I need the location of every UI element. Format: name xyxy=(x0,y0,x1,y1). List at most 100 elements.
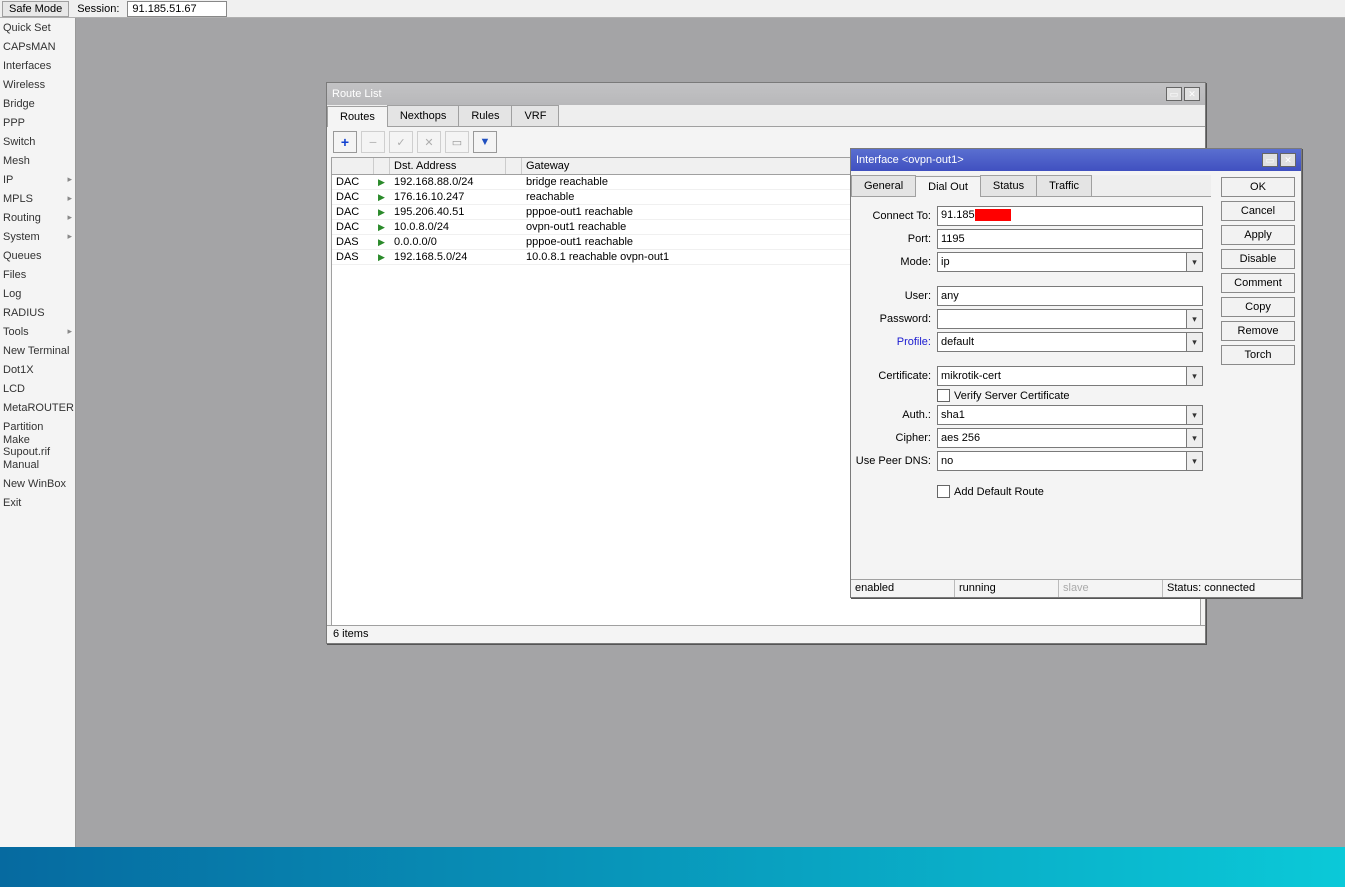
profile-select[interactable] xyxy=(937,332,1187,352)
sidebar-item-capsman[interactable]: CAPsMAN xyxy=(0,37,75,56)
sidebar-item-bridge[interactable]: Bridge xyxy=(0,94,75,113)
chevron-down-icon[interactable] xyxy=(1187,405,1203,425)
tab-status[interactable]: Status xyxy=(980,175,1037,196)
chevron-right-icon: ▸ xyxy=(67,231,72,242)
sidebar-item-make-supout-rif[interactable]: Make Supout.rif xyxy=(0,436,75,455)
tab-dial-out[interactable]: Dial Out xyxy=(915,176,981,197)
user-input[interactable] xyxy=(937,286,1203,306)
sidebar-item-routing[interactable]: Routing▸ xyxy=(0,208,75,227)
verify-cert-label: Verify Server Certificate xyxy=(954,390,1070,402)
interface-titlebar[interactable]: Interface <ovpn-out1> ▭ ✕ xyxy=(851,149,1301,171)
disable-button[interactable]: Disable xyxy=(1221,249,1295,269)
default-route-checkbox[interactable] xyxy=(937,485,950,498)
add-button[interactable]: + xyxy=(333,131,357,153)
route-statusbar: 6 items xyxy=(327,625,1205,643)
interface-title: Interface <ovpn-out1> xyxy=(856,154,964,166)
peer-dns-select[interactable] xyxy=(937,451,1187,471)
sidebar-item-wireless[interactable]: Wireless xyxy=(0,75,75,94)
redacted-block: x xyxy=(975,209,1011,221)
sidebar-item-system[interactable]: System▸ xyxy=(0,227,75,246)
remove-button[interactable]: − xyxy=(361,131,385,153)
mode-select[interactable] xyxy=(937,252,1187,272)
verify-cert-checkbox[interactable] xyxy=(937,389,950,402)
disable-button[interactable]: ✕ xyxy=(417,131,441,153)
connect-to-input[interactable]: 91.185x xyxy=(937,206,1203,226)
chevron-down-icon[interactable] xyxy=(1187,366,1203,386)
sidebar-item-log[interactable]: Log xyxy=(0,284,75,303)
cipher-select[interactable] xyxy=(937,428,1187,448)
sidebar-item-new-terminal[interactable]: New Terminal xyxy=(0,341,75,360)
minimize-icon[interactable]: ▭ xyxy=(1166,87,1182,101)
chevron-right-icon: ▸ xyxy=(67,193,72,204)
tab-routes[interactable]: Routes xyxy=(327,106,388,127)
tab-general[interactable]: General xyxy=(851,175,916,196)
sidebar-item-queues[interactable]: Queues xyxy=(0,246,75,265)
sidebar-item-mpls[interactable]: MPLS▸ xyxy=(0,189,75,208)
sidebar-item-switch[interactable]: Switch xyxy=(0,132,75,151)
route-active-icon: ▶ xyxy=(378,207,385,217)
route-list-titlebar[interactable]: Route List ▭ ✕ xyxy=(327,83,1205,105)
col-dst[interactable]: Dst. Address xyxy=(390,158,506,174)
remove-button[interactable]: Remove xyxy=(1221,321,1295,341)
comment-button[interactable]: ▭ xyxy=(445,131,469,153)
comment-button[interactable]: Comment xyxy=(1221,273,1295,293)
sidebar-item-metarouter[interactable]: MetaROUTER xyxy=(0,398,75,417)
peer-dns-label: Use Peer DNS: xyxy=(851,455,937,467)
chevron-right-icon: ▸ xyxy=(67,212,72,223)
sidebar-item-quick-set[interactable]: Quick Set xyxy=(0,18,75,37)
tab-rules[interactable]: Rules xyxy=(458,105,512,126)
sidebar-item-ip[interactable]: IP▸ xyxy=(0,170,75,189)
route-active-icon: ▶ xyxy=(378,222,385,232)
sidebar-item-new-winbox[interactable]: New WinBox xyxy=(0,474,75,493)
status-running: running xyxy=(955,580,1059,597)
status-connection: Status: connected xyxy=(1163,580,1301,597)
sidebar-item-tools[interactable]: Tools▸ xyxy=(0,322,75,341)
route-active-icon: ▶ xyxy=(378,237,385,247)
sidebar-item-interfaces[interactable]: Interfaces xyxy=(0,56,75,75)
close-icon[interactable]: ✕ xyxy=(1184,87,1200,101)
auth-select[interactable] xyxy=(937,405,1187,425)
ok-button[interactable]: OK xyxy=(1221,177,1295,197)
route-list-title: Route List xyxy=(332,88,382,100)
connect-to-label: Connect To: xyxy=(851,210,937,222)
cancel-button[interactable]: Cancel xyxy=(1221,201,1295,221)
filter-button[interactable]: ▼ xyxy=(473,131,497,153)
sidebar-item-exit[interactable]: Exit xyxy=(0,493,75,512)
password-input[interactable] xyxy=(937,309,1187,329)
safe-mode-button[interactable]: Safe Mode xyxy=(2,1,69,17)
sidebar-item-dot1x[interactable]: Dot1X xyxy=(0,360,75,379)
cipher-label: Cipher: xyxy=(851,432,937,444)
apply-button[interactable]: Apply xyxy=(1221,225,1295,245)
sidebar-item-manual[interactable]: Manual xyxy=(0,455,75,474)
chevron-down-icon[interactable] xyxy=(1187,332,1203,352)
profile-label[interactable]: Profile: xyxy=(851,336,937,348)
sidebar-item-lcd[interactable]: LCD xyxy=(0,379,75,398)
chevron-down-icon[interactable] xyxy=(1187,309,1203,329)
chevron-right-icon: ▸ xyxy=(67,326,72,337)
chevron-down-icon[interactable] xyxy=(1187,252,1203,272)
chevron-down-icon[interactable] xyxy=(1187,451,1203,471)
interface-window: Interface <ovpn-out1> ▭ ✕ GeneralDial Ou… xyxy=(850,148,1302,598)
minimize-icon[interactable]: ▭ xyxy=(1262,153,1278,167)
sidebar-item-ppp[interactable]: PPP xyxy=(0,113,75,132)
status-slave: slave xyxy=(1059,580,1163,597)
default-route-label: Add Default Route xyxy=(954,486,1044,498)
chevron-down-icon[interactable] xyxy=(1187,428,1203,448)
certificate-select[interactable] xyxy=(937,366,1187,386)
route-tabs: RoutesNexthopsRulesVRF xyxy=(327,105,1205,127)
route-active-icon: ▶ xyxy=(378,252,385,262)
tab-traffic[interactable]: Traffic xyxy=(1036,175,1092,196)
sidebar-item-mesh[interactable]: Mesh xyxy=(0,151,75,170)
taskbar-glow xyxy=(0,847,1345,887)
torch-button[interactable]: Torch xyxy=(1221,345,1295,365)
col-flags[interactable] xyxy=(332,158,374,174)
sidebar-item-files[interactable]: Files xyxy=(0,265,75,284)
top-toolbar: Safe Mode Session: 91.185.51.67 xyxy=(0,0,1345,18)
port-input[interactable] xyxy=(937,229,1203,249)
tab-vrf[interactable]: VRF xyxy=(511,105,559,126)
enable-button[interactable]: ✓ xyxy=(389,131,413,153)
copy-button[interactable]: Copy xyxy=(1221,297,1295,317)
close-icon[interactable]: ✕ xyxy=(1280,153,1296,167)
tab-nexthops[interactable]: Nexthops xyxy=(387,105,459,126)
sidebar-item-radius[interactable]: RADIUS xyxy=(0,303,75,322)
